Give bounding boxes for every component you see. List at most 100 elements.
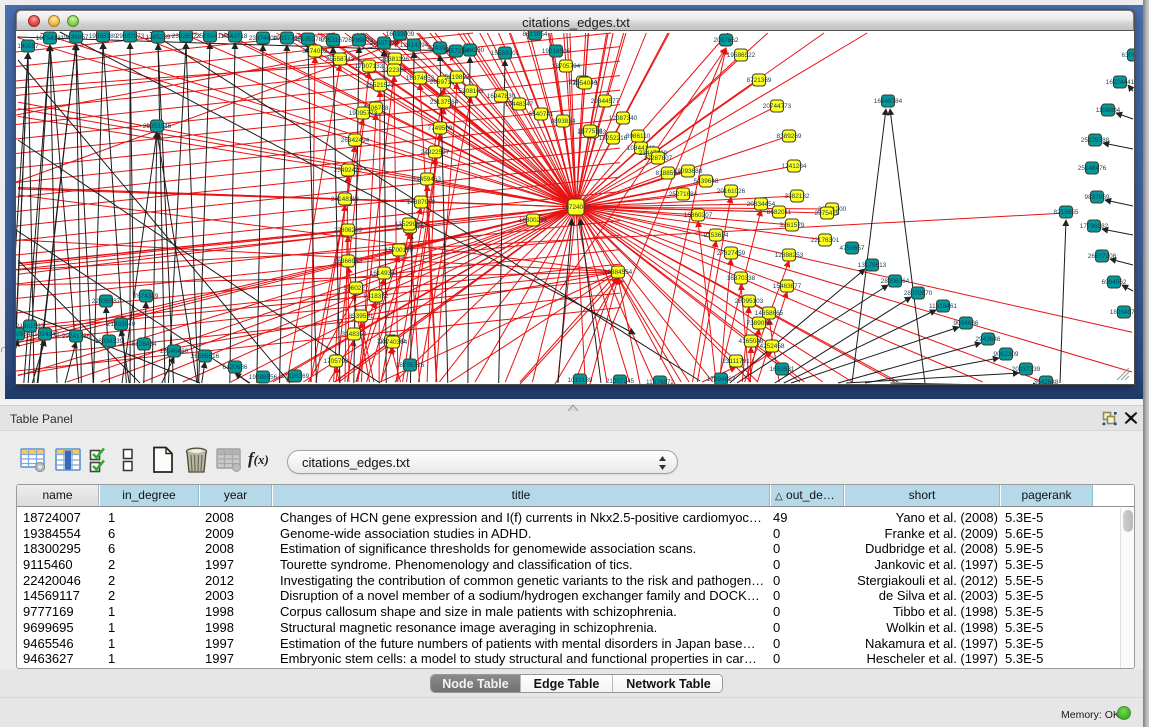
svg-text:1705792: 1705792 <box>324 358 349 365</box>
svg-text:15700199: 15700199 <box>385 247 414 254</box>
svg-text:22439587: 22439587 <box>92 298 121 305</box>
svg-text:11318461: 11318461 <box>929 303 957 310</box>
svg-text:11876872: 11876872 <box>646 379 674 384</box>
svg-text:16947830: 16947830 <box>487 93 516 100</box>
svg-text:7749509: 7749509 <box>428 125 453 132</box>
svg-text:13179613: 13179613 <box>858 262 887 269</box>
svg-text:25558743: 25558743 <box>326 56 355 63</box>
svg-text:1241284: 1241284 <box>782 163 807 170</box>
svg-text:28070870: 28070870 <box>904 290 933 297</box>
svg-text:9953167: 9953167 <box>321 37 346 44</box>
svg-text:17394887: 17394887 <box>707 376 736 383</box>
svg-text:18034339: 18034339 <box>95 338 124 345</box>
svg-text:12414394: 12414394 <box>400 42 429 49</box>
svg-text:8539591: 8539591 <box>349 313 374 320</box>
svg-text:29882973: 29882973 <box>116 33 145 40</box>
svg-text:21433649: 21433649 <box>107 321 136 328</box>
svg-text:26521573: 26521573 <box>366 82 395 89</box>
svg-text:19093688: 19093688 <box>674 168 703 175</box>
svg-text:29844577: 29844577 <box>591 98 620 105</box>
svg-text:20334454: 20334454 <box>747 201 776 208</box>
svg-text:11014145: 11014145 <box>31 331 59 338</box>
svg-text:3642648: 3642648 <box>1034 379 1059 384</box>
svg-text:9318332: 9318332 <box>364 293 389 300</box>
svg-text:1108894: 1108894 <box>1096 107 1121 114</box>
svg-text:7357224: 7357224 <box>444 48 469 55</box>
svg-text:19586522: 19586522 <box>727 52 756 59</box>
svg-text:26585616: 26585616 <box>191 353 220 360</box>
svg-text:12087340: 12087340 <box>609 115 638 122</box>
svg-text:20740364: 20740364 <box>379 339 408 346</box>
svg-text:28906064: 28906064 <box>881 278 910 285</box>
svg-text:2975475: 2975475 <box>815 210 840 217</box>
svg-text:20161026: 20161026 <box>717 188 746 195</box>
svg-text:18705794: 18705794 <box>552 63 581 70</box>
svg-text:11459463: 11459463 <box>413 176 441 183</box>
svg-text:25492422: 25492422 <box>334 167 363 174</box>
svg-text:5219822: 5219822 <box>445 74 470 81</box>
svg-text:16033809: 16033809 <box>386 31 415 38</box>
svg-text:22806289: 22806289 <box>334 227 363 234</box>
svg-text:4753657: 4753657 <box>840 245 865 252</box>
svg-text:3148352: 3148352 <box>342 331 367 338</box>
svg-text:9837869: 9837869 <box>1085 194 1110 201</box>
svg-text:13529912: 13529912 <box>395 221 424 228</box>
svg-text:26342494: 26342494 <box>341 137 370 144</box>
svg-text:6128434: 6128434 <box>132 341 157 348</box>
svg-text:18724007: 18724007 <box>562 204 591 211</box>
svg-text:23137564: 23137564 <box>430 99 459 106</box>
svg-text:1653531: 1653531 <box>770 366 795 373</box>
svg-text:8721369: 8721369 <box>747 77 772 84</box>
svg-text:25148476: 25148476 <box>1078 165 1107 172</box>
svg-text:5308102: 5308102 <box>459 88 484 95</box>
svg-text:3382132: 3382132 <box>785 193 810 200</box>
svg-text:27327459: 27327459 <box>717 250 746 257</box>
svg-text:5439648: 5439648 <box>694 178 719 185</box>
svg-text:25229388: 25229388 <box>1081 137 1110 144</box>
svg-text:16149361: 16149361 <box>370 270 399 277</box>
svg-text:17796882: 17796882 <box>1080 223 1109 230</box>
svg-text:29053346: 29053346 <box>143 123 172 130</box>
svg-text:15588301: 15588301 <box>491 50 520 57</box>
svg-text:25183411: 25183411 <box>196 33 224 40</box>
svg-text:19448347: 19448347 <box>505 101 534 108</box>
svg-text:1019189: 1019189 <box>568 377 593 384</box>
svg-text:22176301: 22176301 <box>811 237 840 244</box>
svg-text:20744773: 20744773 <box>763 103 792 110</box>
svg-text:26567208: 26567208 <box>1088 253 1117 260</box>
svg-text:22507109: 22507109 <box>370 40 399 47</box>
svg-text:18795716: 18795716 <box>396 362 425 369</box>
svg-text:23111791: 23111791 <box>722 358 750 365</box>
svg-text:19563180: 19563180 <box>89 33 118 40</box>
svg-text:3377578: 3377578 <box>578 128 603 135</box>
svg-text:29241736: 29241736 <box>62 333 91 340</box>
svg-text:3322386: 3322386 <box>382 67 407 74</box>
svg-text:28381196: 28381196 <box>381 56 409 63</box>
svg-text:14387959: 14387959 <box>407 199 436 206</box>
svg-text:5060227: 5060227 <box>344 285 369 292</box>
svg-text:18754131: 18754131 <box>36 35 65 42</box>
svg-text:18252216: 18252216 <box>599 135 628 142</box>
svg-text:17307133: 17307133 <box>355 63 384 70</box>
svg-text:15463677: 15463677 <box>773 283 802 290</box>
svg-text:6306893: 6306893 <box>1122 52 1134 59</box>
svg-text:8682011: 8682011 <box>767 209 792 216</box>
svg-text:3874052: 3874052 <box>303 48 328 55</box>
svg-text:17287807: 17287807 <box>644 155 673 162</box>
svg-text:4843718: 4843718 <box>223 33 248 40</box>
svg-text:16870338: 16870338 <box>727 275 756 282</box>
svg-text:26195278: 26195278 <box>294 36 323 43</box>
svg-text:18300295: 18300295 <box>519 217 548 224</box>
svg-text:2943646: 2943646 <box>976 336 1001 343</box>
svg-text:16648784: 16648784 <box>874 98 903 105</box>
svg-text:6994562: 6994562 <box>1102 279 1127 286</box>
svg-text:16224441: 16224441 <box>1106 79 1134 86</box>
svg-text:7389096: 7389096 <box>747 320 772 327</box>
svg-text:19384554: 19384554 <box>604 269 633 276</box>
svg-text:12888253: 12888253 <box>775 252 804 259</box>
svg-text:19095773: 19095773 <box>349 110 378 117</box>
svg-text:8389269: 8389269 <box>777 133 802 140</box>
svg-text:2087662: 2087662 <box>714 37 739 44</box>
svg-text:2054043: 2054043 <box>573 80 598 87</box>
svg-text:8986110: 8986110 <box>626 133 651 140</box>
